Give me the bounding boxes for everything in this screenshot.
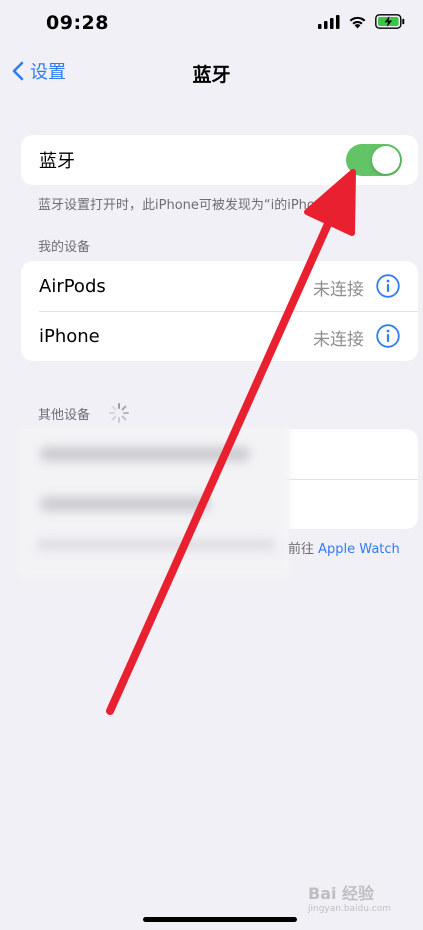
battery-charging-icon [375,14,405,29]
device-status: 未连接 [313,280,364,300]
apple-watch-note: 前往 Apple Watch [288,538,400,557]
watch-note-prefix: 前往 [288,542,315,557]
info-icon[interactable] [376,324,400,348]
watermark: Bai 经验 jingyan.baidu.com [308,880,391,914]
home-indicator [143,917,297,922]
blurred-device-name [40,497,210,511]
device-name: iPhone [39,325,100,347]
device-status: 未连接 [313,330,364,350]
bluetooth-row: 蓝牙 [21,135,418,185]
status-icons [318,14,405,29]
navigation-bar: 设置 蓝牙 [0,52,423,92]
cellular-signal-icon [318,14,340,29]
watermark-text: Bai 经验 [308,884,375,903]
device-row-airpods[interactable]: AirPods 未连接 [21,261,418,311]
status-bar: 09:28 [0,0,423,48]
bluetooth-card: 蓝牙 [21,135,418,185]
watermark-sub: jingyan.baidu.com [308,904,392,914]
device-name: AirPods [39,275,106,297]
bluetooth-toggle[interactable] [346,144,402,176]
device-row-iphone[interactable]: iPhone 未连接 [21,311,418,361]
loading-spinner-icon [109,403,129,423]
my-devices-header: 我的设备 [38,240,91,255]
toggle-knob [372,146,400,174]
bluetooth-note: 蓝牙设置打开时，此iPhone可被发现为“i的iPhone”。 [38,198,351,213]
other-devices-header: 其他设备 [38,408,91,423]
wifi-icon [349,16,366,28]
blurred-note [36,540,276,550]
apple-watch-link[interactable]: Apple Watch [318,542,400,557]
info-icon[interactable] [376,274,400,298]
blurred-device-name [40,447,250,461]
my-devices-card: AirPods 未连接 iPhone 未连接 [21,261,418,361]
page-title: 蓝牙 [192,64,231,86]
bluetooth-label: 蓝牙 [39,151,75,172]
status-time: 09:28 [46,12,109,34]
